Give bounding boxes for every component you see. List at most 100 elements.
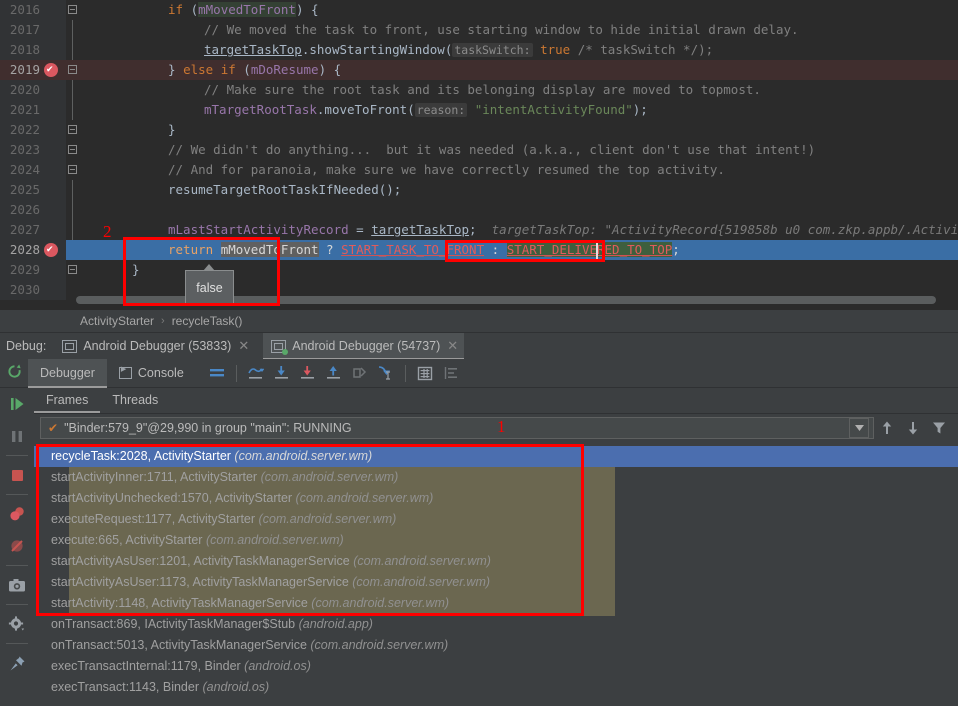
frame-package: (android.app): [298, 617, 373, 631]
code-line-2025[interactable]: 2025 resumeTargetRootTaskIfNeeded();: [0, 180, 958, 200]
thread-select[interactable]: ✔ "Binder:579_9"@29,990 in group "main":…: [40, 417, 874, 439]
marker-gap: [80, 240, 96, 260]
view-breakpoints-icon[interactable]: [0, 498, 34, 530]
settings-gear-icon[interactable]: [0, 608, 34, 640]
code-line-2026[interactable]: 2026: [0, 200, 958, 220]
tab-debugger-label: Debugger: [40, 366, 95, 380]
field-mmovedtofront: mMovedToFront: [220, 242, 319, 257]
code-line-2028[interactable]: 2028 return mMovedToFront ? START_TASK_T…: [0, 240, 958, 260]
frame-text: execTransact:1143, Binder: [51, 680, 203, 694]
step-into-icon[interactable]: [269, 360, 295, 386]
field-mlaststartactivityrecord: mLastStartActivityRecord: [168, 222, 349, 237]
debug-tab-53833[interactable]: Android Debugger (53833) ✕: [54, 333, 255, 360]
annotation-marker-2: 2: [103, 222, 112, 241]
code-editor[interactable]: 2016 if (mMovedToFront) { 2017 // We mov…: [0, 0, 958, 310]
resume-program-icon[interactable]: [0, 388, 34, 420]
pin-tab-icon[interactable]: [0, 647, 34, 679]
tab-console[interactable]: Console: [107, 359, 196, 388]
breadcrumb-class[interactable]: ActivityStarter: [80, 314, 154, 328]
field-mtargetroottask: mTargetRootTask: [204, 102, 317, 117]
filter-funnel-icon[interactable]: [926, 415, 952, 441]
code-line-2019[interactable]: 2019 } else if (mDoResume) {: [0, 60, 958, 80]
evaluate-expression-icon[interactable]: [412, 360, 438, 386]
frame-row-startactivityinner[interactable]: startActivityInner:1711, ActivityStarter…: [34, 467, 958, 488]
step-out-icon[interactable]: [321, 360, 347, 386]
frame-row-startactivityasuser-1173[interactable]: startActivityAsUser:1173, ActivityTaskMa…: [34, 572, 958, 593]
stop-icon[interactable]: [0, 459, 34, 491]
frame-row-ontransact-869[interactable]: onTransact:869, IActivityTaskManager$Stu…: [34, 614, 958, 635]
fold-minus-icon[interactable]: [66, 160, 80, 180]
code-line-2017[interactable]: 2017 // We moved the task to front, use …: [0, 20, 958, 40]
fold-minus-icon[interactable]: [66, 260, 80, 280]
frame-row-executerequest[interactable]: executeRequest:1177, ActivityStarter (co…: [34, 509, 958, 530]
breakpoint-icon[interactable]: [44, 60, 58, 80]
constant-start-delivered-to-top: START_DELIVERED_TO_TOP: [506, 242, 673, 257]
tab-debugger[interactable]: Debugger: [28, 358, 107, 388]
breadcrumb-method[interactable]: recycleTask(): [172, 314, 243, 328]
close-icon[interactable]: ✕: [447, 338, 458, 354]
fold-line: [66, 80, 80, 100]
frame-text: recycleTask:2028, ActivityStarter: [51, 449, 235, 463]
frame-row-startactivityasuser-1201[interactable]: startActivityAsUser:1201, ActivityTaskMa…: [34, 551, 958, 572]
code-line-2022[interactable]: 2022 }: [0, 120, 958, 140]
run-to-cursor-icon[interactable]: [373, 360, 399, 386]
code-line-2027[interactable]: 2027 mLastStartActivityRecord = targetTa…: [0, 220, 958, 240]
code-line-2020[interactable]: 2020 // Make sure the root task and its …: [0, 80, 958, 100]
code-line-2016[interactable]: 2016 if (mMovedToFront) {: [0, 0, 958, 20]
debug-session-bar: Debug: Android Debugger (53833) ✕ Androi…: [0, 332, 958, 360]
arrow-up-icon[interactable]: [874, 415, 900, 441]
tooltip-arrow-icon: [203, 264, 215, 271]
debug-tab-label: Android Debugger (54737): [292, 339, 441, 353]
punct: }: [168, 62, 184, 77]
close-icon[interactable]: ✕: [238, 338, 249, 354]
code-content: }: [96, 120, 176, 140]
pause-program-icon[interactable]: [0, 420, 34, 452]
frame-row-startactivityunchecked[interactable]: startActivityUnchecked:1570, ActivitySta…: [34, 488, 958, 509]
code-line-2023[interactable]: 2023 // We didn't do anything... but it …: [0, 140, 958, 160]
frame-package: (com.android.server.wm): [260, 470, 399, 484]
comment: // Make sure the root task and its belon…: [204, 82, 761, 97]
punct: ) {: [318, 62, 342, 77]
fold-minus-icon[interactable]: [66, 140, 80, 160]
fold-minus-icon[interactable]: [66, 60, 80, 80]
layout-settings-icon[interactable]: [204, 360, 230, 386]
tab-threads[interactable]: Threads: [100, 387, 170, 413]
code-line-2021[interactable]: 2021 mTargetRootTask.moveToFront(reason:…: [0, 100, 958, 120]
frame-row-exectransactinternal[interactable]: execTransactInternal:1179, Binder (andro…: [34, 656, 958, 677]
line-number: 2023: [9, 142, 40, 157]
breadcrumb[interactable]: ActivityStarter › recycleTask(): [0, 310, 958, 332]
frame-row-recycletask[interactable]: recycleTask:2028, ActivityStarter (com.a…: [34, 446, 958, 467]
chevron-down-icon[interactable]: [849, 418, 869, 438]
code-content: // Make sure the root task and its belon…: [96, 80, 761, 100]
code-line-2024[interactable]: 2024 // And for paranoia, make sure we h…: [0, 160, 958, 180]
fold-minus-icon[interactable]: [66, 0, 80, 20]
thread-status-icon: ✔: [48, 421, 59, 435]
mute-breakpoints-icon[interactable]: [0, 530, 34, 562]
code-line-2029[interactable]: 2029 }: [0, 260, 958, 280]
frame-row-execute[interactable]: execute:665, ActivityStarter (com.androi…: [34, 530, 958, 551]
debug-tab-label: Android Debugger (53833): [83, 339, 232, 353]
sort-icon[interactable]: [438, 360, 464, 386]
string-literal: "intentActivityFound": [474, 102, 633, 117]
line-number: 2016: [9, 2, 40, 17]
tab-threads-label: Threads: [112, 393, 159, 407]
arrow-down-icon[interactable]: [900, 415, 926, 441]
frame-row-exectransact[interactable]: execTransact:1143, Binder (android.os): [34, 677, 958, 698]
text-caret: [596, 242, 598, 259]
frame-row-startactivity-1148[interactable]: startActivity:1148, ActivityTaskManagerS…: [34, 593, 958, 614]
tab-frames[interactable]: Frames: [34, 387, 101, 413]
debug-tab-54737[interactable]: Android Debugger (54737) ✕: [263, 332, 465, 360]
fold-minus-icon[interactable]: [66, 120, 80, 140]
frame-row-ontransact-5013[interactable]: onTransact:5013, ActivityTaskManagerServ…: [34, 635, 958, 656]
field-mdoresume: mDoResume: [250, 62, 319, 77]
screenshot-icon[interactable]: [0, 569, 34, 601]
force-step-into-icon[interactable]: [295, 360, 321, 386]
marker-gap: [80, 260, 96, 280]
breakpoint-icon[interactable]: [44, 240, 58, 260]
step-over-icon[interactable]: [243, 360, 269, 386]
debug-side-rail: [0, 388, 34, 706]
rerun-icon[interactable]: [0, 364, 28, 382]
frames-list[interactable]: recycleTask:2028, ActivityStarter (com.a…: [34, 446, 958, 706]
code-line-2018[interactable]: 2018 targetTaskTop.showStartingWindow(ta…: [0, 40, 958, 60]
drop-frame-icon[interactable]: [347, 360, 373, 386]
